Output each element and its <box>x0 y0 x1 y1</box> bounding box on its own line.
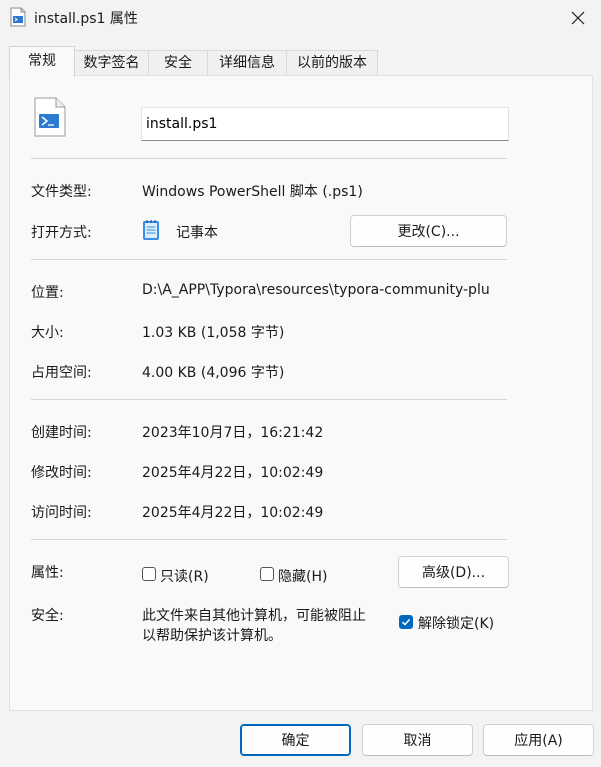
accessed-label: 访问时间: <box>31 505 92 521</box>
separator <box>31 259 507 260</box>
change-button[interactable]: 更改(C)... <box>350 215 507 247</box>
attributes-label: 属性: <box>31 565 64 581</box>
powershell-file-icon <box>10 7 26 27</box>
notepad-icon <box>142 219 160 241</box>
advanced-button[interactable]: 高级(D)... <box>398 556 509 588</box>
location-label: 位置: <box>31 285 64 301</box>
window-title: install.ps1 属性 <box>34 11 138 27</box>
location-value-container: D:\A_APP\Typora\resources\typora-communi… <box>142 282 510 298</box>
file-type-value: Windows PowerShell 脚本 (.ps1) <box>142 184 363 200</box>
powershell-file-icon <box>32 96 68 138</box>
location-value: D:\A_APP\Typora\resources\typora-communi… <box>142 282 490 298</box>
close-button[interactable] <box>555 0 601 36</box>
apply-button[interactable]: 应用(A) <box>483 724 594 756</box>
disk-size-value: 4.00 KB (4,096 字节) <box>142 365 285 381</box>
readonly-label[interactable]: 只读(R) <box>160 566 209 586</box>
title-bar: install.ps1 属性 <box>0 0 601 36</box>
unblock-checkbox[interactable] <box>399 615 413 629</box>
readonly-checkbox[interactable] <box>142 567 156 581</box>
security-text-line2: 以帮助保护该计算机。 <box>142 628 282 644</box>
created-value: 2023年10月7日，16:21:42 <box>142 425 324 441</box>
security-text-line1: 此文件来自其他计算机，可能被阻止 <box>142 608 366 624</box>
hidden-label[interactable]: 隐藏(H) <box>278 566 327 586</box>
separator <box>31 158 507 159</box>
accessed-value: 2025年4月22日，10:02:49 <box>142 505 324 521</box>
tab-security[interactable]: 安全 <box>148 50 208 76</box>
close-icon <box>571 11 585 25</box>
hidden-checkbox[interactable] <box>260 567 274 581</box>
dialog-footer: 确定 取消 应用(A) <box>0 711 601 767</box>
file-type-label: 文件类型: <box>31 184 92 200</box>
modified-label: 修改时间: <box>31 465 92 481</box>
separator <box>31 399 507 400</box>
security-label: 安全: <box>31 608 64 624</box>
opens-with-value: 记事本 <box>176 225 218 241</box>
size-value: 1.03 KB (1,058 字节) <box>142 325 285 341</box>
modified-value: 2025年4月22日，10:02:49 <box>142 465 324 481</box>
disk-size-label: 占用空间: <box>31 365 92 381</box>
tab-general[interactable]: 常规 <box>9 46 75 77</box>
opens-with-label: 打开方式: <box>31 225 92 241</box>
tab-details[interactable]: 详细信息 <box>207 50 287 76</box>
unblock-label[interactable]: 解除锁定(K) <box>418 613 494 633</box>
tab-digital-signature[interactable]: 数字签名 <box>74 50 149 76</box>
general-panel: 文件类型: Windows PowerShell 脚本 (.ps1) 打开方式:… <box>9 75 593 711</box>
cancel-button[interactable]: 取消 <box>362 724 473 756</box>
size-label: 大小: <box>31 325 64 341</box>
checkmark-icon <box>401 618 411 626</box>
ok-button[interactable]: 确定 <box>240 724 351 756</box>
separator <box>31 539 507 540</box>
tab-previous-versions[interactable]: 以前的版本 <box>286 50 378 76</box>
created-label: 创建时间: <box>31 425 92 441</box>
file-name-input[interactable] <box>141 107 509 141</box>
